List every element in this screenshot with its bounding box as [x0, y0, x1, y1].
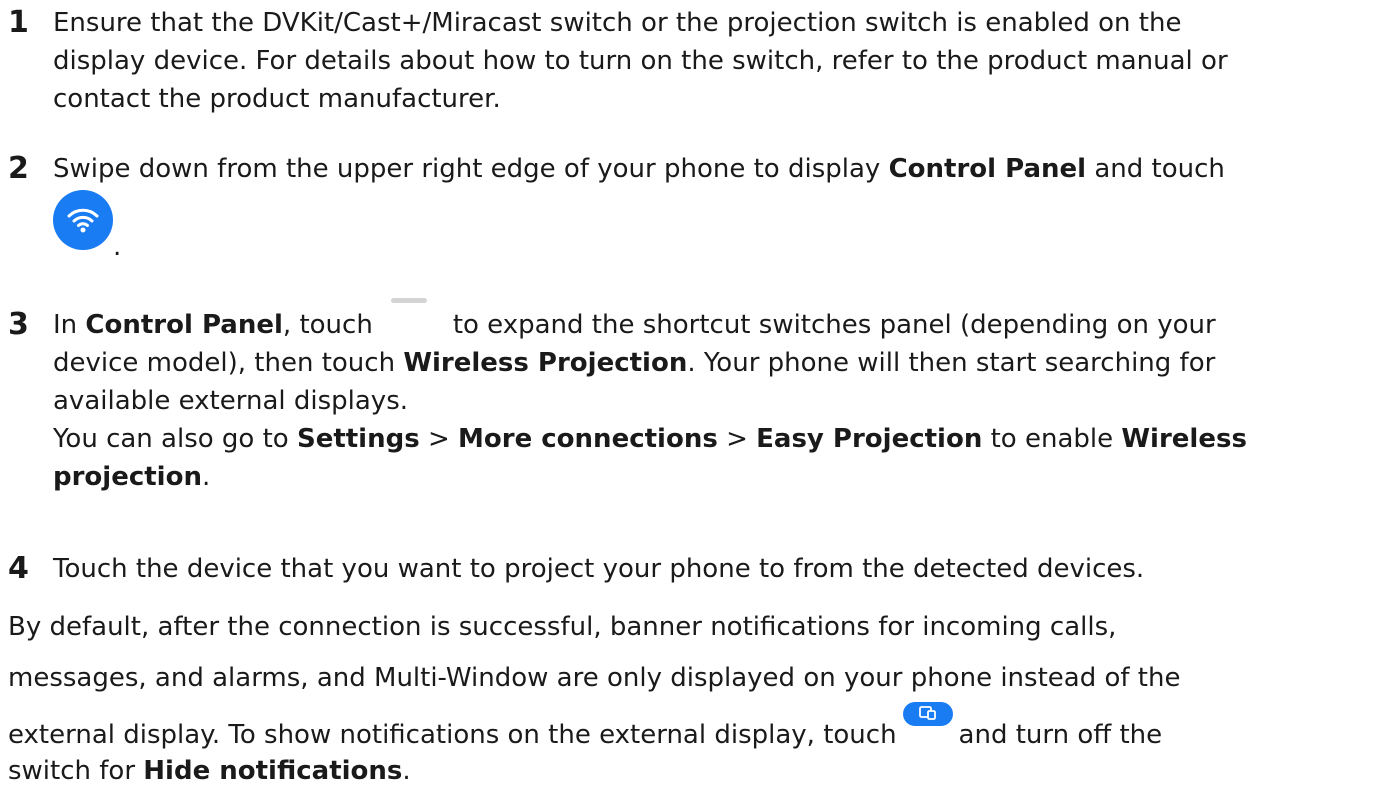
more-connections-label: More connections — [458, 424, 718, 454]
paragraph-line: By default, after the connection is succ… — [8, 612, 1117, 642]
step-line: You can also go to Settings > More conne… — [53, 420, 1388, 458]
paragraph-segment: and turn off the — [958, 720, 1163, 750]
step-text-segment: You can also go to — [53, 424, 297, 454]
step-text-segment: to enable — [982, 424, 1122, 454]
paragraph-line: switch for Hide notifications. — [8, 752, 1388, 790]
step-text-segment: to expand the shortcut switches panel (d… — [452, 310, 1216, 340]
step-text-segment: device model), then touch — [53, 348, 404, 378]
step-number: 3 — [8, 307, 29, 342]
step-line: available external displays. — [53, 386, 408, 416]
step-text: Touch the device that you want to projec… — [53, 554, 1145, 584]
wireless-projection-label: Wireless Projection — [403, 348, 688, 378]
wifi-icon — [53, 190, 113, 250]
projection-settings-icon — [902, 702, 953, 726]
step-number: 4 — [8, 551, 29, 586]
step-text-segment: . — [201, 462, 211, 492]
step-line: Ensure that the DVKit/Cast+/Miracast swi… — [53, 8, 1182, 38]
step-text-segment: and touch — [1086, 154, 1225, 184]
step-number: 2 — [8, 151, 29, 186]
path-separator: > — [717, 424, 757, 454]
step-text-tail: . — [113, 232, 122, 262]
expand-handle-icon — [390, 298, 427, 303]
projection-label: projection — [53, 462, 202, 492]
wireless-label: Wireless — [1121, 424, 1247, 454]
step-text: Ensure that the DVKit/Cast+/Miracast swi… — [53, 4, 1388, 118]
step-line: In Control Panel, touch to expand the sho… — [53, 298, 1388, 344]
step-line: projection. — [53, 458, 1388, 496]
settings-label: Settings — [296, 424, 420, 454]
step-text: Swipe down from the upper right edge of … — [53, 150, 1388, 188]
easy-projection-label: Easy Projection — [756, 424, 983, 454]
step-text-segment: In — [53, 310, 86, 340]
step-number: 1 — [8, 5, 29, 40]
step-text-segment: . Your phone will then start searching f… — [687, 348, 1216, 378]
step-line: contact the product manufacturer. — [53, 84, 501, 114]
paragraph-segment: . — [402, 756, 411, 786]
control-panel-label: Control Panel — [888, 154, 1087, 184]
paragraph-line: messages, and alarms, and Multi-Window a… — [8, 663, 1181, 693]
step-text: In Control Panel, touch to expand the sho… — [53, 298, 1388, 496]
step-text-segment: , touch — [282, 310, 373, 340]
paragraph-segment: external display. To show notifications … — [8, 720, 897, 750]
step-line: device model), then touch Wireless Proje… — [53, 344, 1388, 382]
paragraph-segment: switch for — [8, 756, 144, 786]
hide-notifications-label: Hide notifications — [143, 756, 403, 786]
path-separator: > — [419, 424, 459, 454]
paragraph-line: external display. To show notifications … — [8, 702, 1388, 754]
step-text-segment: Swipe down from the upper right edge of … — [53, 154, 889, 184]
control-panel-label: Control Panel — [85, 310, 283, 340]
step-line: display device. For details about how to… — [53, 46, 1228, 76]
